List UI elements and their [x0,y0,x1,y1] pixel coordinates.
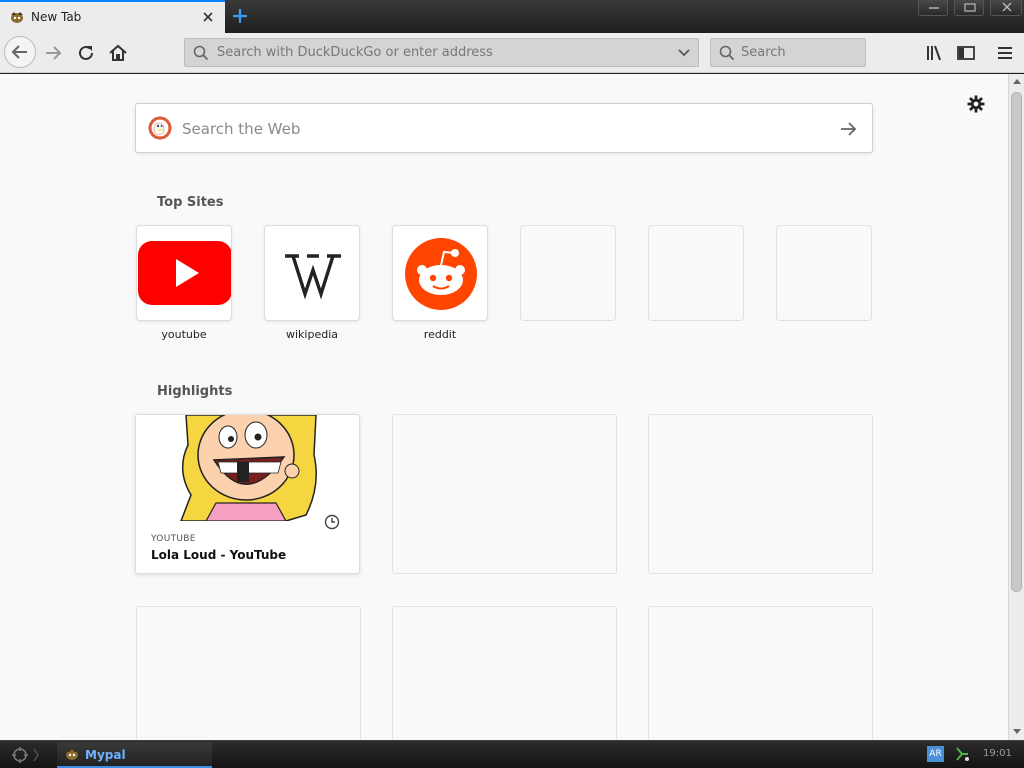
network-tray-icon[interactable] [954,745,970,763]
web-search-placeholder: Search the Web [182,120,301,138]
highlight-card-empty [648,606,873,740]
scroll-down-icon[interactable] [1012,728,1022,736]
close-tab-icon[interactable] [200,9,216,25]
clock-icon [320,510,344,534]
top-sites-heading: Top Sites [157,195,224,210]
top-site-empty [520,225,616,321]
reddit-logo-icon [405,238,477,310]
address-bar-placeholder: Search with DuckDuckGo or enter address [217,45,493,60]
web-search-box[interactable]: Search the Web [135,103,873,153]
keyboard-language-indicator[interactable]: AR [927,746,944,762]
top-site-label[interactable]: reddit [392,328,488,341]
new-tab-page: Search the Web Top Sites youtube wikiped… [0,74,1008,740]
search-bar[interactable]: Search [710,38,866,67]
mypal-app-icon [66,749,78,760]
start-menu-icon[interactable] [4,743,42,767]
navigation-toolbar: Search with DuckDuckGo or enter address … [0,33,1024,73]
taskbar-app-label: Mypal [85,748,126,762]
new-tab-plus-icon[interactable] [230,6,250,26]
library-icon[interactable] [924,43,944,63]
search-icon [719,45,735,61]
mypal-favicon-icon [11,12,23,23]
tab-bar: New Tab [0,0,1024,33]
window-restore-button[interactable] [954,0,984,16]
taskbar-app-mypal[interactable]: Mypal [57,742,212,768]
os-taskbar: Mypal AR 19:01 [0,740,1024,768]
window-minimize-button[interactable] [918,0,948,16]
back-button[interactable] [4,36,36,68]
system-clock: 19:01 [983,748,1012,759]
top-site-empty [648,225,744,321]
gear-icon[interactable] [966,94,986,114]
window-close-button[interactable] [990,0,1022,16]
search-icon [193,45,209,61]
highlight-card-empty [648,414,873,574]
menu-icon[interactable] [995,43,1015,63]
tab-title: New Tab [31,10,82,24]
chevron-down-icon[interactable] [677,47,691,59]
highlight-card[interactable]: YOUTUBE Lola Loud - YouTube [135,414,360,574]
top-site-label[interactable]: youtube [136,328,232,341]
highlights-heading: Highlights [157,384,233,399]
highlight-card-empty [392,606,617,740]
address-bar[interactable]: Search with DuckDuckGo or enter address [184,38,699,67]
highlight-card-empty [136,606,361,740]
search-bar-placeholder: Search [741,45,786,60]
wikipedia-logo-icon [285,254,341,300]
arrow-right-icon[interactable] [838,119,858,139]
reload-icon[interactable] [75,42,97,64]
scrollbar-thumb[interactable] [1011,92,1022,592]
highlight-title: Lola Loud - YouTube [151,548,287,562]
top-site-wikipedia[interactable] [264,225,360,321]
duckduckgo-logo-icon [148,116,172,140]
highlight-card-empty [392,414,617,574]
tab-new-tab[interactable]: New Tab [0,0,225,33]
sidebar-icon[interactable] [956,43,976,63]
forward-icon[interactable] [42,42,64,64]
youtube-logo-icon [138,241,231,305]
scroll-up-icon[interactable] [1012,77,1022,85]
top-site-empty [776,225,872,321]
vertical-scrollbar[interactable] [1008,74,1024,740]
highlight-source: YOUTUBE [151,534,196,544]
home-icon[interactable] [107,42,129,64]
highlight-thumbnail [136,415,359,521]
top-site-reddit[interactable] [392,225,488,321]
top-site-label[interactable]: wikipedia [264,328,360,341]
top-site-youtube[interactable] [136,225,232,321]
cartoon-thumbnail-image [136,415,359,521]
